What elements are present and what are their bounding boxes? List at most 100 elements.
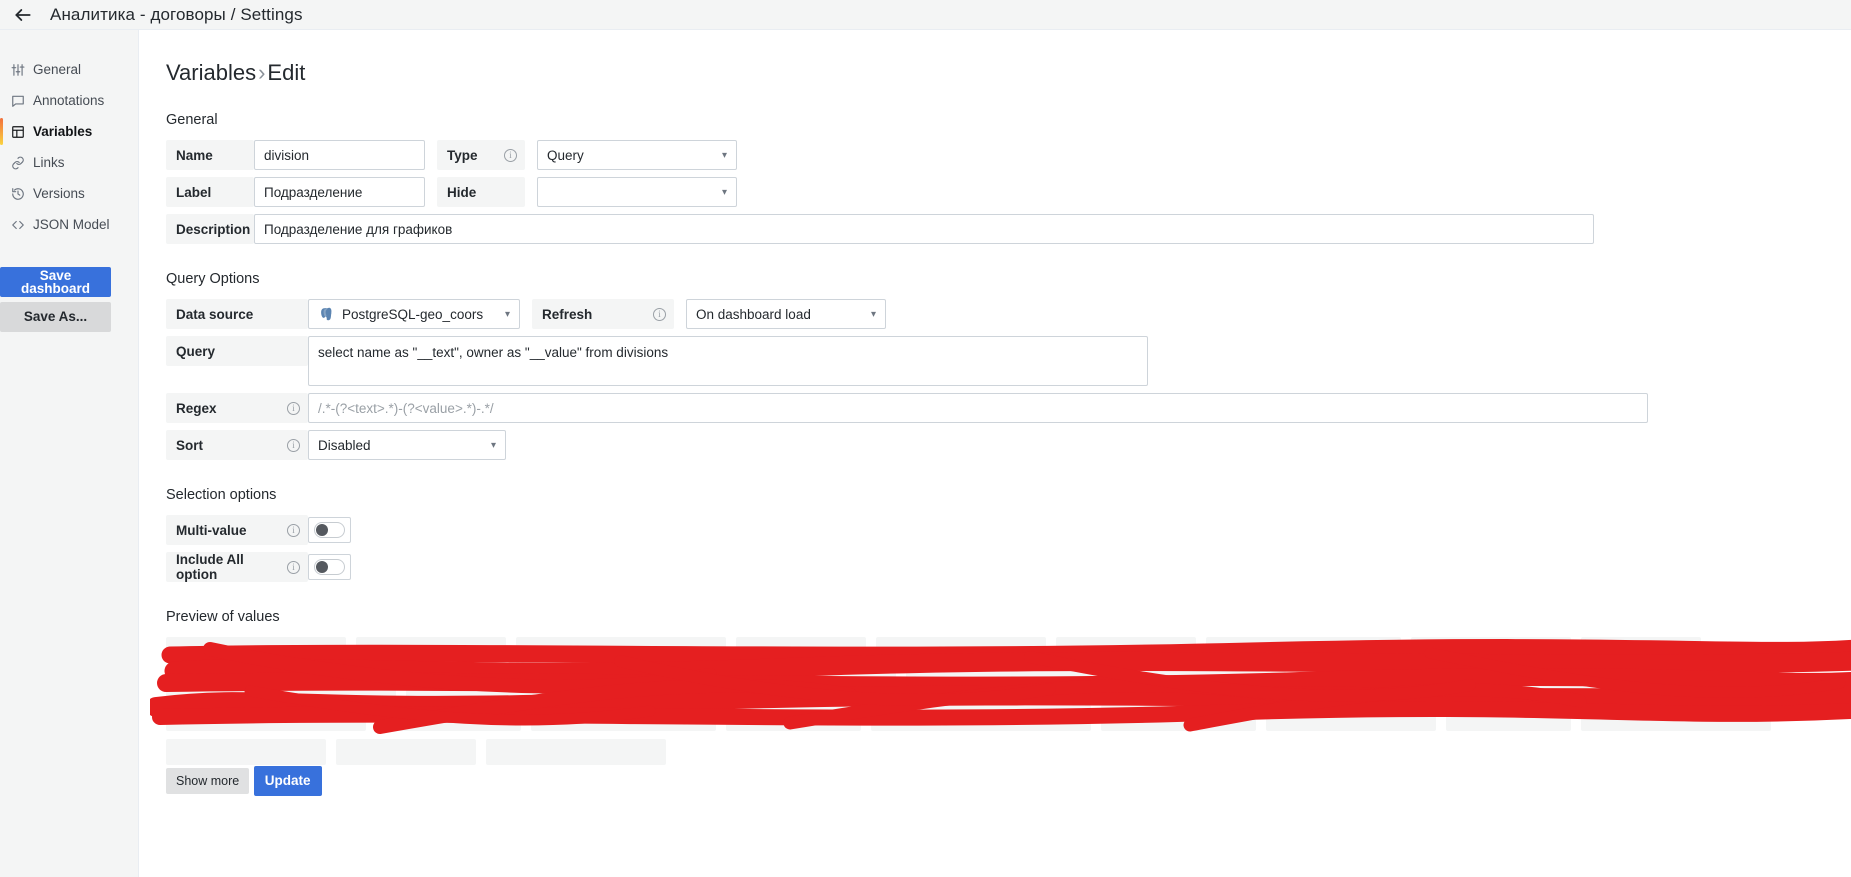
update-button[interactable]: Update xyxy=(253,766,322,796)
sort-select[interactable]: Disabled ▾ xyxy=(308,430,506,460)
breadcrumb-root[interactable]: Variables xyxy=(166,60,256,85)
info-icon[interactable]: i xyxy=(653,307,666,321)
query-textarea[interactable] xyxy=(308,336,1148,386)
preview-value-chip xyxy=(566,671,756,697)
row-include-all: Include All option i xyxy=(166,552,1851,582)
datasource-select[interactable]: PostgreSQL-geo_coors ▾ xyxy=(308,299,520,329)
info-icon[interactable]: i xyxy=(287,523,300,537)
preview-chip-list xyxy=(166,637,1851,765)
label-label-text: Label xyxy=(176,184,212,200)
refresh-label-text: Refresh xyxy=(542,306,593,322)
page-title: Аналитика - договоры / Settings xyxy=(50,4,303,24)
sidebar-item-json-model[interactable]: JSON Model xyxy=(0,209,138,240)
hide-field-label: Hide xyxy=(437,177,525,207)
multi-value-label-text: Multi-value xyxy=(176,522,247,538)
preview-value-chip xyxy=(166,637,346,663)
sidebar-item-label: Links xyxy=(33,155,65,170)
row-query: Query xyxy=(166,336,1851,386)
sidebar-item-annotations[interactable]: Annotations xyxy=(0,85,138,116)
description-field-label: Description xyxy=(166,214,254,244)
preview-value-chip xyxy=(1101,705,1256,731)
preview-value-chip xyxy=(406,671,556,697)
label-input[interactable] xyxy=(254,177,425,207)
breadcrumb-current: Edit xyxy=(267,60,306,85)
type-field-label: Type i xyxy=(437,140,525,170)
sliders-icon xyxy=(10,62,25,77)
preview-value-chip xyxy=(1631,671,1751,697)
preview-value-chip xyxy=(166,671,396,697)
preview-value-chip xyxy=(376,705,521,731)
preview-value-chip xyxy=(871,705,1091,731)
row-name-type: Name Type i Query ▾ xyxy=(166,140,1851,170)
info-icon[interactable]: i xyxy=(287,438,300,452)
info-icon[interactable]: i xyxy=(287,560,300,574)
chevron-down-icon: ▾ xyxy=(490,439,496,451)
preview-value-chip xyxy=(876,637,1046,663)
chevron-down-icon: ▾ xyxy=(721,149,727,161)
refresh-field-label: Refresh i xyxy=(532,299,674,329)
hide-label-text: Hide xyxy=(447,184,477,200)
preview-value-chip xyxy=(486,739,666,765)
preview-value-chip xyxy=(906,671,1111,697)
sidebar-item-links[interactable]: Links xyxy=(0,147,138,178)
row-datasource-refresh: Data source PostgreSQL-geo_coors ▾ Refre… xyxy=(166,299,1851,329)
name-input[interactable] xyxy=(254,140,425,170)
section-title-preview: Preview of values xyxy=(166,609,280,625)
preview-value-chip xyxy=(1581,705,1771,731)
preview-value-chip xyxy=(1446,705,1571,731)
sort-select-value: Disabled xyxy=(318,437,371,453)
type-select[interactable]: Query ▾ xyxy=(537,140,737,170)
name-field-label: Name xyxy=(166,140,254,170)
multi-value-toggle[interactable] xyxy=(308,517,351,543)
refresh-select-value: On dashboard load xyxy=(696,306,811,322)
preview-value-chip xyxy=(531,705,716,731)
type-label-text: Type xyxy=(447,147,478,163)
hide-select[interactable]: ▾ xyxy=(537,177,737,207)
preview-value-chip xyxy=(1581,637,1701,663)
section-title-general: General xyxy=(166,112,218,128)
datasource-label-text: Data source xyxy=(176,306,254,322)
section-title-selection-options: Selection options xyxy=(166,487,277,503)
toggle-knob xyxy=(316,561,328,573)
info-icon[interactable]: i xyxy=(504,148,517,162)
preview-value-chip xyxy=(766,671,896,697)
save-dashboard-button[interactable]: Save dashboard xyxy=(0,267,111,297)
sidebar-item-versions[interactable]: Versions xyxy=(0,178,138,209)
include-all-toggle[interactable] xyxy=(308,554,351,580)
type-select-value: Query xyxy=(547,147,584,163)
description-input[interactable] xyxy=(254,214,1594,244)
include-all-field-label: Include All option i xyxy=(166,552,308,582)
sidebar-item-label: Variables xyxy=(33,124,93,139)
top-bar: Аналитика - договоры / Settings xyxy=(0,0,1851,30)
sidebar-item-general[interactable]: General xyxy=(0,54,138,85)
preview-value-chip xyxy=(516,637,726,663)
chevron-down-icon: ▾ xyxy=(504,308,510,320)
row-sort: Sort i Disabled ▾ xyxy=(166,430,1851,460)
preview-value-chip xyxy=(1296,671,1436,697)
settings-sidebar: General Annotations Variables Links Vers… xyxy=(0,30,139,877)
code-icon xyxy=(10,217,25,232)
refresh-select[interactable]: On dashboard load ▾ xyxy=(686,299,886,329)
preview-value-chip xyxy=(726,705,861,731)
preview-value-chip xyxy=(1206,637,1401,663)
show-more-button[interactable]: Show more xyxy=(166,768,250,795)
chevron-down-icon: ▾ xyxy=(870,308,876,320)
include-all-label-text: Include All option xyxy=(176,552,244,582)
sidebar-item-label: Versions xyxy=(33,186,85,201)
back-arrow-icon[interactable] xyxy=(10,2,36,28)
row-regex: Regex i xyxy=(166,393,1851,423)
sidebar-item-variables[interactable]: Variables xyxy=(0,116,138,147)
description-label-text: Description xyxy=(176,221,251,237)
sidebar-item-label: General xyxy=(33,62,82,77)
preview-value-chip xyxy=(336,739,476,765)
sort-label-text: Sort xyxy=(176,437,203,453)
save-as-button[interactable]: Save As... xyxy=(0,302,111,332)
regex-input[interactable] xyxy=(308,393,1648,423)
sidebar-item-label: JSON Model xyxy=(33,217,110,232)
preview-value-chip xyxy=(166,705,366,731)
info-icon[interactable]: i xyxy=(287,401,300,415)
row-description: Description xyxy=(166,214,1851,244)
regex-field-label: Regex i xyxy=(166,393,308,423)
row-label-hide: Label Hide ▾ xyxy=(166,177,1851,207)
